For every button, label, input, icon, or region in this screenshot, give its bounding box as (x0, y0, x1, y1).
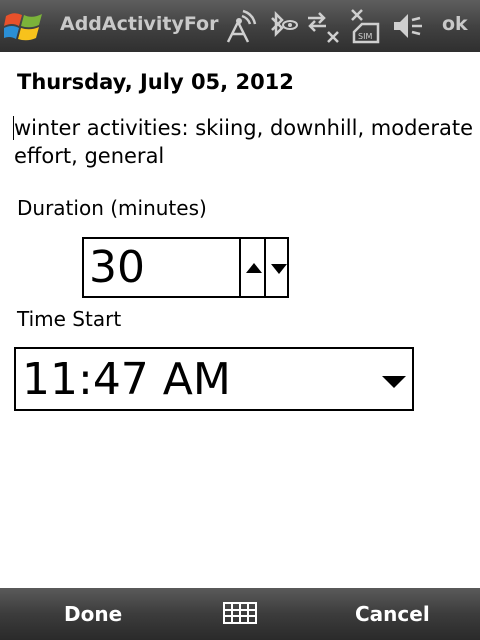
volume-off-icon[interactable] (390, 8, 426, 44)
activity-description-field[interactable]: winter activities: skiing, downhill, mod… (14, 114, 476, 170)
arrow-down-icon (271, 264, 287, 274)
title-bar: AddActivityFor SIM ok (0, 0, 480, 52)
svg-text:SIM: SIM (358, 32, 372, 41)
increment-button[interactable] (239, 239, 266, 296)
done-button[interactable]: Done (64, 602, 122, 626)
network-icon[interactable] (222, 8, 258, 44)
chevron-down-icon (382, 376, 406, 388)
app-title: AddActivityFor (60, 13, 219, 35)
no-sim-icon[interactable]: SIM (348, 8, 384, 44)
text-caret (13, 116, 14, 140)
duration-label: Duration (minutes) (17, 196, 207, 220)
softkey-bar: Done Cancel (0, 588, 480, 640)
windows-start-icon[interactable] (4, 7, 46, 45)
arrow-up-icon (246, 263, 262, 273)
date-heading: Thursday, July 05, 2012 (17, 70, 294, 94)
duration-stepper[interactable]: 30 (82, 237, 289, 298)
keyboard-icon[interactable] (223, 602, 257, 624)
cancel-button[interactable]: Cancel (355, 602, 430, 626)
time-start-label: Time Start (17, 307, 122, 331)
duration-value[interactable]: 30 (89, 241, 145, 295)
ok-button[interactable]: ok (442, 13, 468, 35)
bluetooth-icon[interactable] (264, 8, 300, 44)
time-start-dropdown[interactable]: 11:47 AM (14, 347, 414, 411)
decrement-button[interactable] (264, 239, 291, 296)
data-connection-icon[interactable] (304, 8, 342, 44)
time-start-value: 11:47 AM (22, 354, 231, 405)
